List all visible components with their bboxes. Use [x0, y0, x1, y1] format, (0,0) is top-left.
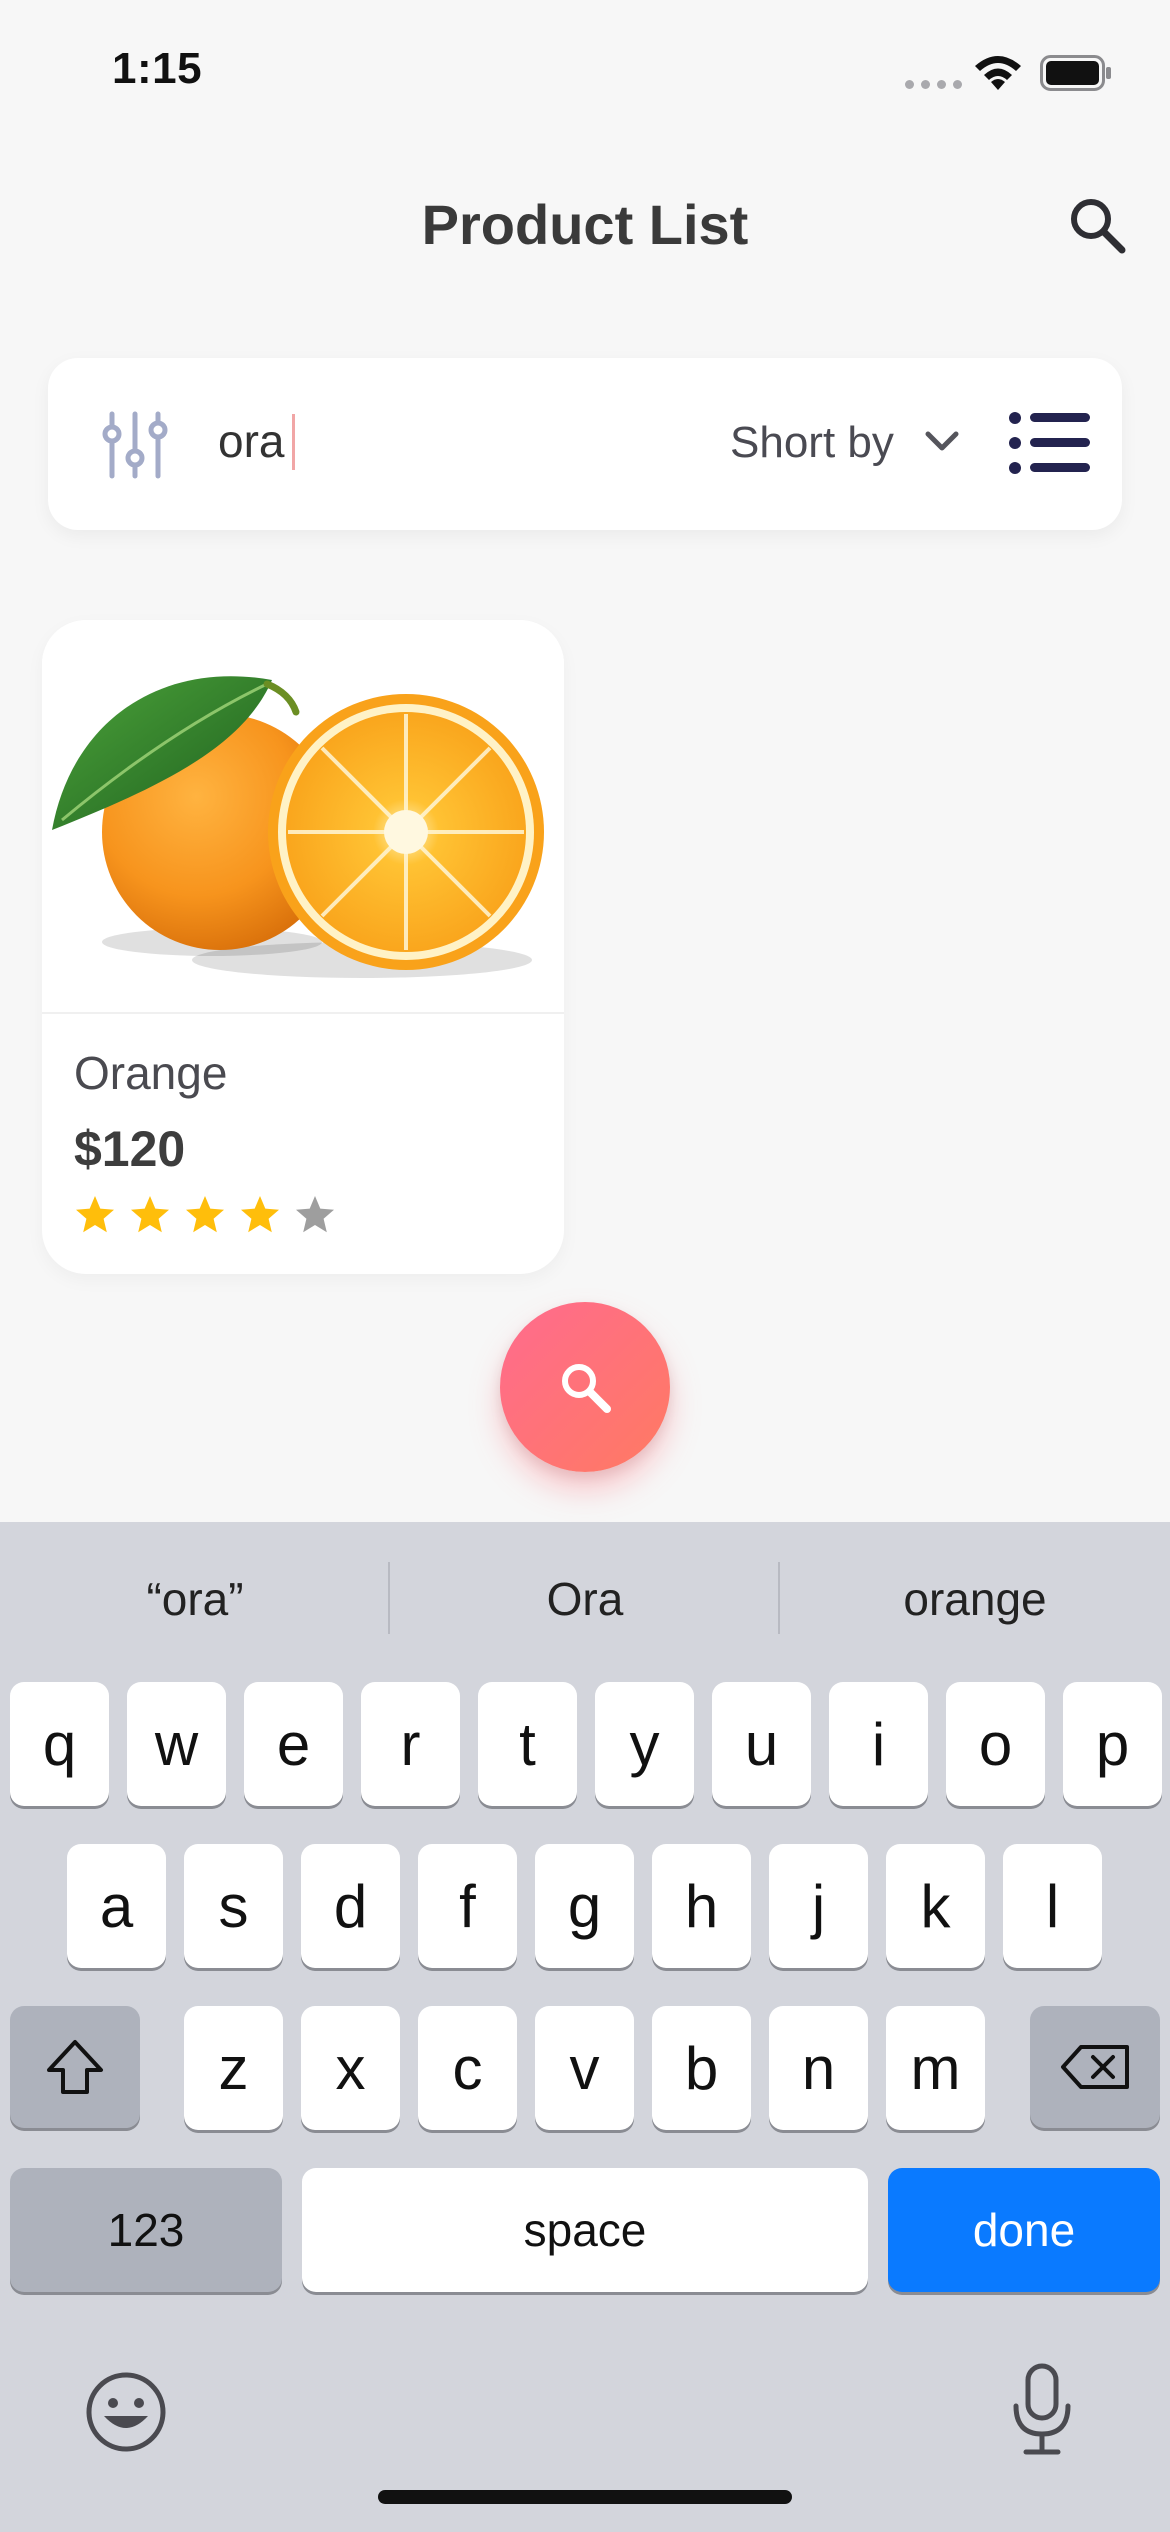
key-a[interactable]: a [67, 1844, 166, 1968]
search-icon[interactable] [1064, 192, 1132, 260]
key-p[interactable]: p [1063, 1682, 1162, 1806]
search-icon [562, 1364, 611, 1413]
key-z[interactable]: z [184, 2006, 283, 2130]
battery-icon [1040, 55, 1111, 91]
wifi-icon [975, 56, 1021, 90]
space-key[interactable]: space [302, 2168, 868, 2292]
key-r[interactable]: r [361, 1682, 460, 1806]
cellular-signal-icon [905, 80, 962, 89]
key-e[interactable]: e [244, 1682, 343, 1806]
star-rating [74, 1194, 336, 1236]
star-filled-icon [241, 1196, 279, 1233]
shift-icon [47, 2040, 103, 2094]
key-j[interactable]: j [769, 1844, 868, 1968]
key-l[interactable]: l [1003, 1844, 1102, 1968]
key-x[interactable]: x [301, 2006, 400, 2130]
key-c[interactable]: c [418, 2006, 517, 2130]
key-n[interactable]: n [769, 2006, 868, 2130]
backspace-icon [1061, 2045, 1129, 2089]
key-o[interactable]: o [946, 1682, 1045, 1806]
key-i[interactable]: i [829, 1682, 928, 1806]
key-q[interactable]: q [10, 1682, 109, 1806]
star-empty-icon [296, 1196, 334, 1233]
shift-key[interactable] [10, 2006, 140, 2128]
text-cursor [292, 414, 295, 470]
key-g[interactable]: g [535, 1844, 634, 1968]
search-input[interactable]: ora [218, 414, 284, 468]
search-filter-bar: ora Short by [48, 358, 1122, 530]
key-f[interactable]: f [418, 1844, 517, 1968]
star-filled-icon [186, 1196, 224, 1233]
home-indicator [378, 2490, 792, 2504]
key-v[interactable]: v [535, 2006, 634, 2130]
search-fab-button[interactable] [500, 1302, 670, 1472]
chevron-down-icon[interactable] [922, 422, 962, 462]
key-t[interactable]: t [478, 1682, 577, 1806]
key-d[interactable]: d [301, 1844, 400, 1968]
emoji-icon[interactable] [84, 2370, 168, 2454]
page-title: Product List [421, 193, 749, 256]
sliders-icon[interactable] [98, 408, 172, 482]
key-h[interactable]: h [652, 1844, 751, 1968]
orange-image [42, 620, 564, 1012]
microphone-icon[interactable] [1006, 2362, 1078, 2458]
sort-dropdown-label[interactable]: Short by [730, 418, 894, 468]
key-w[interactable]: w [127, 1682, 226, 1806]
star-filled-icon [76, 1196, 114, 1233]
status-time: 1:15 [112, 44, 203, 93]
list-view-icon[interactable] [1008, 410, 1092, 476]
product-price: $120 [74, 1121, 186, 1177]
key-m[interactable]: m [886, 2006, 985, 2130]
card-divider [42, 1012, 564, 1014]
suggestion-2[interactable]: Ora [390, 1572, 780, 1626]
suggestion-1[interactable]: “ora” [0, 1572, 390, 1626]
star-filled-icon [131, 1196, 169, 1233]
delete-key[interactable] [1030, 2006, 1160, 2128]
key-k[interactable]: k [886, 1844, 985, 1968]
key-b[interactable]: b [652, 2006, 751, 2130]
key-u[interactable]: u [712, 1682, 811, 1806]
product-card[interactable]: Orange $120 [42, 620, 564, 1274]
numbers-key[interactable]: 123 [10, 2168, 282, 2292]
done-key[interactable]: done [888, 2168, 1160, 2292]
product-name: Orange [74, 1047, 228, 1099]
suggestion-3[interactable]: orange [780, 1572, 1170, 1626]
key-s[interactable]: s [184, 1844, 283, 1968]
key-y[interactable]: y [595, 1682, 694, 1806]
on-screen-keyboard: “ora” Ora orange 123 space done qwertyui… [0, 1522, 1170, 2532]
